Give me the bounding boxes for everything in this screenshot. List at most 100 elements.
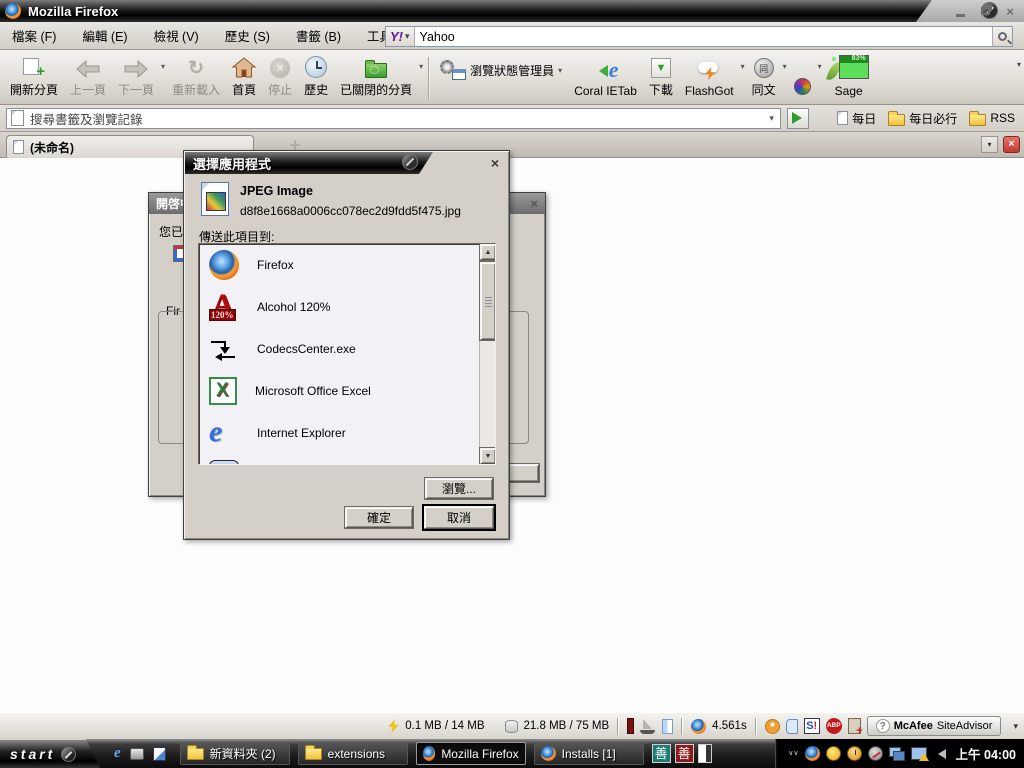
- bookmark-daily-label: 每日: [852, 110, 876, 127]
- tongwen-button[interactable]: 同 同文: [746, 52, 782, 101]
- list-item-excel[interactable]: X Microsoft Office Excel: [199, 370, 495, 412]
- restore-button[interactable]: [981, 7, 990, 15]
- stop-icon: ×: [270, 58, 290, 78]
- toolbar-separator: [428, 57, 430, 99]
- quick-launch-show-desktop-icon[interactable]: [130, 748, 144, 760]
- forward-button[interactable]: 下一頁: [112, 52, 160, 101]
- close-button[interactable]: ×: [1006, 5, 1014, 18]
- scroll-up-icon[interactable]: ▲: [480, 244, 496, 260]
- globe-extension-button[interactable]: [788, 52, 817, 101]
- globe-icon: [794, 78, 811, 95]
- session-manager-button[interactable]: 瀏覽狀態管理員 ▾: [434, 52, 568, 101]
- search-go-segment[interactable]: [992, 27, 1012, 46]
- stylish-icon[interactable]: S!: [804, 718, 820, 734]
- tray-utility-icon[interactable]: [868, 746, 883, 761]
- taskbar-button-new-folder[interactable]: 新資料夾 (2): [180, 742, 290, 765]
- folder-icon-2: [305, 748, 322, 760]
- tray-network-icon[interactable]: [889, 747, 905, 761]
- coral-ietab-label: Coral IETab: [574, 84, 637, 98]
- adblock-plus-icon[interactable]: ABP: [826, 718, 842, 734]
- go-button[interactable]: [787, 108, 809, 129]
- tray-firefox-icon[interactable]: [805, 746, 820, 761]
- cancel-button[interactable]: 取消: [424, 506, 494, 529]
- codecscenter-app-label: CodecsCenter.exe: [257, 342, 356, 356]
- browse-button[interactable]: 瀏覽...: [425, 478, 493, 499]
- panel-extension-icon[interactable]: [662, 719, 673, 734]
- tray-messenger-icon[interactable]: [826, 746, 841, 761]
- back-arrow-icon: [76, 60, 100, 78]
- minimize-button[interactable]: [956, 14, 965, 17]
- location-dropdown-icon[interactable]: ▾: [767, 113, 776, 124]
- list-item-codecscenter[interactable]: CodecsCenter.exe: [199, 328, 495, 370]
- bookmark-rss[interactable]: RSS: [966, 109, 1018, 127]
- back-button[interactable]: 上一頁: [64, 52, 112, 101]
- tab-list-dropdown-icon[interactable]: ▾: [981, 136, 998, 153]
- flashgot-button[interactable]: FlashGot: [679, 52, 740, 101]
- downloads-button[interactable]: ▼ 下載: [643, 52, 679, 101]
- sage-icon: 83%: [829, 55, 869, 81]
- tray-alert-icon[interactable]: [911, 747, 927, 760]
- tongwen-dropdown-icon[interactable]: ▾: [783, 62, 787, 71]
- taskbar-button-firefox[interactable]: Mozilla Firefox: [416, 742, 526, 765]
- siteadvisor-button[interactable]: ? McAfee SiteAdvisor: [867, 716, 1002, 736]
- location-bar[interactable]: 搜尋書籤及瀏覽記錄 ▾: [6, 108, 781, 129]
- globe-dropdown-icon[interactable]: ▾: [818, 62, 822, 71]
- list-item-internet-explorer[interactable]: e Internet Explorer: [199, 412, 495, 454]
- scrollbar-thumb[interactable]: [480, 262, 496, 340]
- bookmark-rss-folder-icon: [969, 114, 986, 126]
- closed-tabs-button[interactable]: 已關閉的分頁: [334, 52, 418, 101]
- history-button[interactable]: 歷史: [298, 52, 334, 101]
- toolbar-overflow-icon[interactable]: ▾: [1017, 60, 1021, 69]
- clipboard-extension-icon[interactable]: [848, 718, 861, 734]
- window-title: Mozilla Firefox: [28, 4, 118, 19]
- home-button[interactable]: 首頁: [226, 52, 262, 101]
- coral-ietab-button[interactable]: e Coral IETab: [568, 52, 643, 101]
- ok-button[interactable]: 確定: [345, 507, 413, 528]
- bookmark-daily-must[interactable]: 每日必行: [885, 109, 960, 128]
- ime-indicator-2[interactable]: 善: [675, 744, 694, 763]
- stop-button[interactable]: × 停止: [262, 52, 298, 101]
- taskbar-button-installs[interactable]: Installs [1]: [534, 742, 644, 765]
- list-item-alcohol[interactable]: A120% Alcohol 120%: [199, 286, 495, 328]
- tray-clock-app-icon[interactable]: [847, 746, 862, 761]
- menu-view[interactable]: 檢視 (V): [154, 26, 199, 45]
- closed-tabs-dropdown-icon[interactable]: ▾: [419, 62, 423, 71]
- scroll-down-icon[interactable]: ▼: [480, 448, 496, 464]
- new-tab-button[interactable]: + 開新分頁: [4, 52, 64, 101]
- flashgot-dropdown-icon[interactable]: ▾: [741, 62, 745, 71]
- tray-volume-icon[interactable]: [933, 749, 946, 759]
- siteadvisor-dropdown-icon[interactable]: ▾: [1013, 721, 1018, 732]
- quick-launch-ie-icon[interactable]: e: [114, 745, 121, 762]
- opening-dialog-close-icon[interactable]: ×: [530, 197, 538, 210]
- tray-collapse-chevron-icon[interactable]: ∨∨: [788, 751, 798, 756]
- quick-launch-item-icon[interactable]: [153, 747, 166, 761]
- ime-keyboard-icon[interactable]: [698, 744, 712, 763]
- start-label: start: [10, 746, 55, 762]
- application-list[interactable]: Firefox A120% Alcohol 120% CodecsCenter.…: [198, 243, 496, 465]
- list-scrollbar[interactable]: ▲ ▼: [479, 244, 495, 464]
- start-button[interactable]: start: [0, 739, 100, 768]
- menu-edit[interactable]: 編輯 (E): [82, 26, 127, 45]
- menu-file[interactable]: 檔案 (F): [12, 26, 56, 45]
- list-item-firefox[interactable]: Firefox: [199, 244, 495, 286]
- ime-indicator-1[interactable]: 善: [652, 744, 671, 763]
- forward-history-dropdown-icon[interactable]: ▾: [161, 62, 165, 71]
- menu-history[interactable]: 歷史 (S): [225, 26, 270, 45]
- sage-button[interactable]: 83% Sage: [823, 52, 875, 101]
- choose-dialog-titlebar[interactable]: 選擇應用程式 ×: [184, 151, 509, 175]
- tab-controls: ▾ ×: [981, 136, 1020, 153]
- tab-progress-icon[interactable]: [627, 718, 634, 734]
- menu-bookmarks[interactable]: 書籤 (B): [296, 26, 341, 45]
- yahoo-search-input[interactable]: [415, 27, 992, 46]
- reload-button[interactable]: ↻ 重新載入: [166, 52, 226, 101]
- greasemonkey-icon[interactable]: [786, 719, 798, 734]
- yahoo-engine-selector[interactable]: Y! ▾: [386, 27, 415, 46]
- bookmark-daily[interactable]: 每日: [834, 109, 879, 128]
- persona-extension-icon[interactable]: [765, 719, 780, 734]
- list-item-partial[interactable]: [199, 454, 495, 465]
- close-tab-button[interactable]: ×: [1003, 136, 1020, 153]
- taskbar-button-extensions[interactable]: extensions: [298, 742, 408, 765]
- sage-badge: 83%: [852, 55, 866, 62]
- choose-dialog-close-icon[interactable]: ×: [491, 156, 499, 170]
- boat-extension-icon[interactable]: [640, 719, 656, 734]
